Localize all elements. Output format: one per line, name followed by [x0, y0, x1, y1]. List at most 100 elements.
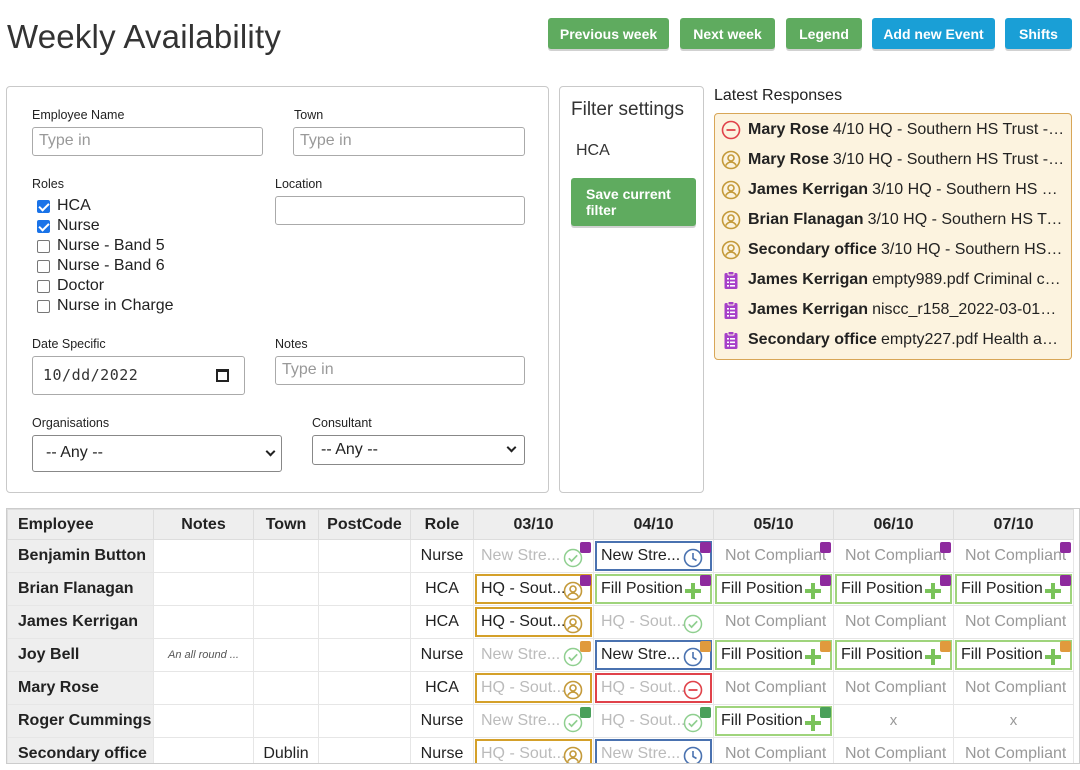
column-header[interactable]: 05/10 — [713, 509, 834, 540]
availability-chip[interactable]: HQ - Sout... — [595, 673, 712, 703]
availability-chip[interactable]: Not Compliant — [955, 673, 1072, 703]
availability-chip[interactable]: HQ - Sout... — [595, 607, 712, 637]
day-cell[interactable]: Not Compliant — [713, 539, 834, 573]
day-cell[interactable]: Fill Position — [713, 638, 834, 672]
column-header[interactable]: 03/10 — [473, 509, 594, 540]
day-cell[interactable]: New Stre... — [593, 539, 714, 573]
day-cell[interactable]: Not Compliant — [833, 539, 954, 573]
column-header[interactable]: 07/10 — [953, 509, 1074, 540]
availability-chip[interactable]: Not Compliant — [835, 607, 952, 637]
availability-chip[interactable]: HQ - Sout... — [475, 574, 592, 604]
availability-chip[interactable]: Fill Position — [955, 640, 1072, 670]
day-cell[interactable]: New Stre... — [593, 638, 714, 672]
role-option[interactable]: Nurse — [37, 216, 100, 236]
role-checkbox[interactable] — [37, 299, 50, 313]
availability-chip[interactable]: Not Compliant — [715, 673, 832, 703]
availability-chip[interactable]: HQ - Sout... — [475, 607, 592, 637]
legend-button[interactable]: Legend — [786, 18, 862, 49]
next-week-button[interactable]: Next week — [680, 18, 775, 49]
day-cell[interactable]: Not Compliant — [953, 605, 1074, 639]
day-cell[interactable]: HQ - Sout... — [593, 605, 714, 639]
column-header[interactable]: Town — [253, 509, 319, 540]
role-checkbox[interactable] — [37, 259, 50, 273]
column-header[interactable]: 04/10 — [593, 509, 714, 540]
availability-chip[interactable]: New Stre... — [475, 706, 592, 736]
availability-chip[interactable]: Fill Position — [955, 574, 1072, 604]
availability-chip[interactable]: New Stre... — [595, 541, 712, 571]
availability-chip[interactable]: Fill Position — [715, 640, 832, 670]
response-item[interactable]: Secondary office 3/10 HQ - Southern HS Tr… — [721, 239, 1065, 261]
response-item[interactable]: Secondary office empty227.pdf Health and … — [721, 329, 1065, 351]
availability-chip[interactable]: Not Compliant — [955, 607, 1072, 637]
day-cell[interactable]: Fill Position — [713, 704, 834, 738]
availability-chip[interactable]: Not Compliant — [715, 739, 832, 763]
town-input[interactable]: Type in — [293, 127, 525, 156]
day-cell[interactable]: New Stre... — [593, 737, 714, 763]
column-header[interactable]: PostCode — [318, 509, 411, 540]
employee-name-input[interactable]: Type in — [32, 127, 263, 156]
response-item[interactable]: James Kerrigan3/10 HQ - Southern HS Trus… — [721, 179, 1065, 201]
location-input[interactable] — [275, 196, 525, 225]
day-cell[interactable]: Fill Position — [833, 572, 954, 606]
day-cell[interactable]: HQ - Sout... — [593, 671, 714, 705]
availability-chip[interactable]: New Stre... — [595, 739, 712, 763]
shifts-button[interactable]: Shifts — [1005, 18, 1072, 49]
day-cell[interactable]: HQ - Sout... — [473, 737, 594, 763]
availability-chip[interactable]: Not Compliant — [715, 541, 832, 571]
day-cell[interactable]: x — [833, 704, 954, 738]
response-item[interactable]: Mary Rose 4/10 HQ - Southern HS Trust - H… — [721, 119, 1065, 141]
day-cell[interactable]: Fill Position — [593, 572, 714, 606]
availability-chip[interactable]: HQ - Sout... — [475, 739, 592, 763]
day-cell[interactable]: HQ - Sout... — [473, 605, 594, 639]
availability-chip[interactable]: New Stre... — [475, 640, 592, 670]
day-cell[interactable]: HQ - Sout... — [473, 572, 594, 606]
consultant-select[interactable]: -- Any -- — [312, 435, 525, 465]
day-cell[interactable]: Not Compliant — [953, 539, 1074, 573]
availability-chip[interactable]: Not Compliant — [955, 739, 1072, 763]
availability-chip[interactable]: Fill Position — [715, 706, 832, 736]
day-cell[interactable]: Not Compliant — [833, 737, 954, 763]
role-checkbox[interactable] — [37, 279, 50, 293]
day-cell[interactable]: New Stre... — [473, 638, 594, 672]
role-option[interactable]: Nurse in Charge — [37, 296, 174, 316]
role-option[interactable]: Doctor — [37, 276, 104, 296]
save-filter-button[interactable]: Save current filter — [571, 178, 696, 226]
column-header[interactable]: Role — [410, 509, 474, 540]
availability-chip[interactable]: Fill Position — [715, 574, 832, 604]
day-cell[interactable]: Not Compliant — [833, 605, 954, 639]
day-cell[interactable]: Fill Position — [713, 572, 834, 606]
day-cell[interactable]: Not Compliant — [953, 737, 1074, 763]
response-item[interactable]: James Kerrigan empty989.pdf Criminal chec… — [721, 269, 1065, 291]
saved-filter-item[interactable]: HCA — [576, 142, 610, 160]
day-cell[interactable]: Not Compliant — [953, 671, 1074, 705]
availability-chip[interactable]: HQ - Sout... — [475, 673, 592, 703]
response-item[interactable]: Brian Flanagan3/10 HQ - Southern HS Trus… — [721, 209, 1065, 231]
day-cell[interactable]: Fill Position — [953, 638, 1074, 672]
availability-chip[interactable]: HQ - Sout... — [595, 706, 712, 736]
day-cell[interactable]: New Stre... — [473, 539, 594, 573]
organisations-select[interactable]: -- Any -- — [32, 435, 282, 472]
availability-chip[interactable]: New Stre... — [595, 640, 712, 670]
day-cell[interactable]: Fill Position — [953, 572, 1074, 606]
add-event-button[interactable]: Add new Event — [872, 18, 995, 49]
column-header[interactable]: Employee — [7, 509, 154, 540]
day-cell[interactable]: Not Compliant — [713, 605, 834, 639]
day-cell[interactable]: HQ - Sout... — [593, 704, 714, 738]
role-checkbox[interactable] — [37, 239, 50, 253]
day-cell[interactable]: Not Compliant — [713, 737, 834, 763]
role-checkbox[interactable] — [37, 199, 50, 213]
role-checkbox[interactable] — [37, 219, 50, 233]
response-item[interactable]: Mary Rose 3/10 HQ - Southern HS Trust - H… — [721, 149, 1065, 171]
availability-chip[interactable]: Fill Position — [595, 574, 712, 604]
role-option[interactable]: Nurse - Band 5 — [37, 236, 165, 256]
day-cell[interactable]: Fill Position — [833, 638, 954, 672]
date-specific-input[interactable]: 10/dd/2022 — [32, 356, 245, 395]
notes-input[interactable]: Type in — [275, 356, 525, 385]
day-cell[interactable]: New Stre... — [473, 704, 594, 738]
availability-chip[interactable]: New Stre... — [475, 541, 592, 571]
availability-chip[interactable]: Not Compliant — [955, 541, 1072, 571]
role-option[interactable]: HCA — [37, 196, 91, 216]
previous-week-button[interactable]: Previous week — [548, 18, 669, 49]
availability-chip[interactable]: Not Compliant — [835, 739, 952, 763]
day-cell[interactable]: Not Compliant — [713, 671, 834, 705]
